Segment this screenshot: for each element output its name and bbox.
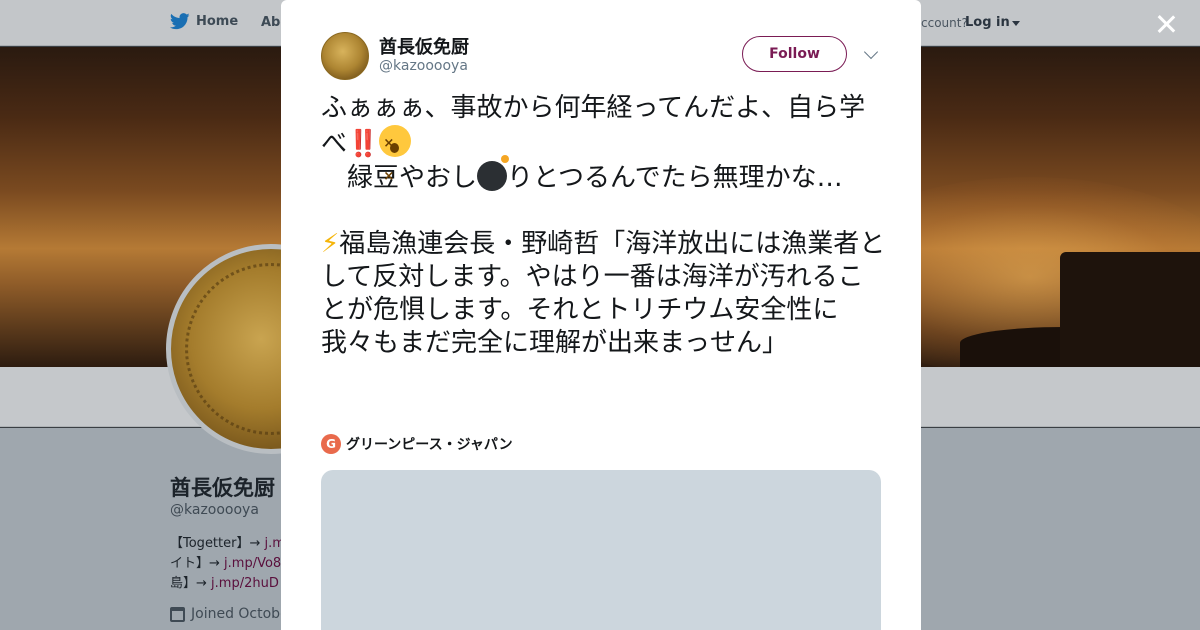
author-handle[interactable]: @kazooooya — [379, 58, 468, 74]
bio-link[interactable]: j.mp/2huD — [211, 576, 279, 591]
bio-link[interactable]: j.mp/Vo8 — [224, 556, 281, 571]
profile-name: 酋長仮免厨 — [170, 476, 275, 500]
close-icon[interactable] — [1152, 10, 1180, 38]
tweet-modal: 酋長仮免厨 @kazooooya Follow ふぁぁぁ、事故から何年経ってんだ… — [281, 0, 921, 630]
media-placeholder[interactable] — [321, 470, 881, 630]
calendar-icon — [170, 606, 185, 622]
bio-text: 島】→ — [170, 576, 212, 591]
profile-bio: 【Togetter】→ j.m イト】→ j.mp/Vo8 島】→ j.mp/2… — [170, 534, 285, 594]
profile-handle: @kazooooya — [170, 502, 259, 518]
twitter-bird-icon — [170, 13, 190, 30]
bio-text: イト】→ — [170, 556, 225, 571]
banner-butte — [1060, 252, 1200, 367]
profile-joined: Joined Octobe — [170, 606, 289, 622]
nav-home-link[interactable]: Home — [170, 13, 238, 30]
chevron-down-icon[interactable] — [863, 44, 879, 60]
login-label: Log in — [965, 15, 1010, 30]
card-source-name: グリーンピース・ジャパン — [346, 437, 513, 453]
login-button[interactable]: Log in — [965, 15, 1020, 30]
lightning-emoji-icon: ⚡ — [321, 229, 340, 259]
caret-down-icon — [1011, 21, 1020, 26]
tweet-text-part: りとつるんでたら無理かな… — [507, 163, 843, 193]
dizzy-face-emoji-icon — [379, 125, 412, 193]
tweet-text: ふぁぁぁ、事故から何年経ってんだよ、自ら学べ‼️ 緑豆やおしりとつるんでたら無理… — [321, 92, 886, 360]
author-name[interactable]: 酋長仮免厨 — [379, 33, 469, 59]
author-avatar[interactable] — [321, 32, 369, 80]
bomb-emoji-icon — [477, 155, 510, 191]
nav-home-label: Home — [196, 14, 239, 29]
follow-button[interactable]: Follow — [742, 36, 847, 72]
tweet-text-part: 福島漁連会長・野崎哲「海洋放出には漁業者として反対します。やはり一番は海洋が汚れ… — [321, 229, 886, 358]
bio-text: 【Togetter】→ — [170, 536, 265, 551]
card-source[interactable]: G グリーンピース・ジャパン — [321, 434, 513, 454]
double-exclamation-emoji: ‼️ — [347, 129, 380, 159]
joined-text: Joined Octobe — [191, 606, 289, 622]
nav-account-prompt: ccount? — [921, 16, 968, 30]
greenpeace-logo-icon: G — [321, 434, 341, 454]
